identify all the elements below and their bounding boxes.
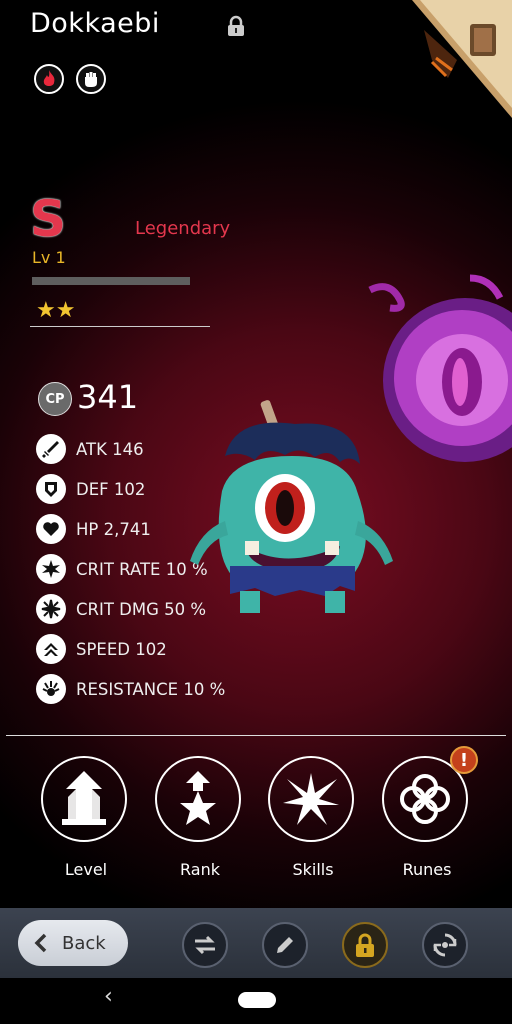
rank-button[interactable]: [155, 756, 245, 846]
xp-bar: [32, 277, 190, 285]
stat-label: SPEED 102: [76, 639, 167, 659]
lock-icon[interactable]: [226, 15, 246, 37]
monster-name: Dokkaebi: [30, 8, 160, 39]
stat-label: HP 2,741: [76, 519, 151, 539]
stat-crit-rate: CRIT RATE 10 %: [36, 554, 208, 584]
stat-def: DEF 102: [36, 474, 145, 504]
cp-value: 341: [77, 378, 139, 416]
runes-icon: [400, 774, 450, 824]
lock-button[interactable]: [342, 922, 388, 968]
stat-hp: HP 2,741: [36, 514, 151, 544]
sword-icon: [36, 434, 66, 464]
runes-alert-badge: !: [450, 746, 478, 774]
stat-crit-dmg: CRIT DMG 50 %: [36, 594, 206, 624]
rank-label: Rank: [180, 860, 220, 879]
level-label: Level: [64, 860, 108, 879]
stat-label: CRIT RATE 10 %: [76, 559, 208, 579]
skills-label: Skills: [292, 860, 334, 879]
resistance-icon: [36, 674, 66, 704]
shield-icon: [36, 474, 66, 504]
monster-image: [190, 400, 393, 613]
stat-label: CRIT DMG 50 %: [76, 599, 207, 619]
release-button[interactable]: [422, 922, 468, 968]
heart-icon: [36, 514, 66, 544]
pencil-icon: [277, 937, 293, 953]
divider: [6, 735, 506, 736]
runes-label: Runes: [402, 860, 452, 879]
stat-label: DEF 102: [76, 479, 146, 499]
swap-icon: [195, 935, 215, 955]
stat-label: RESISTANCE 10 %: [76, 679, 226, 699]
speed-icon: [36, 634, 66, 664]
release-icon: [433, 933, 457, 957]
stat-speed: SPEED 102: [36, 634, 167, 664]
encyclopedia-book-icon[interactable]: [412, 0, 512, 118]
chevron-left-icon: [34, 933, 47, 953]
cp-badge: CP: [38, 382, 72, 416]
crit-rate-icon: [36, 554, 66, 584]
level-button[interactable]: [41, 756, 131, 846]
bottom-toolbar: Back: [0, 908, 512, 978]
grade-letter: S: [30, 190, 67, 248]
monster-detail-screen: Dokkaebi S Legendary Lv 1 ★★ CP 341 ATK …: [0, 0, 512, 908]
stat-atk: ATK 146: [36, 434, 144, 464]
skills-icon: [283, 773, 339, 825]
stat-label: ATK 146: [76, 439, 144, 459]
divider: [30, 326, 210, 327]
nav-home-pill[interactable]: [238, 992, 276, 1008]
system-nav-bar: ‹: [0, 978, 512, 1024]
rarity-label: Legendary: [135, 218, 231, 239]
lock-icon: [356, 933, 374, 957]
crit-dmg-icon: [36, 594, 66, 624]
level-up-icon: [62, 771, 106, 825]
swap-button[interactable]: [182, 922, 228, 968]
star-rating: ★★: [36, 298, 76, 323]
skills-button[interactable]: [268, 756, 358, 846]
rank-up-icon: [180, 771, 216, 825]
rename-button[interactable]: [262, 922, 308, 968]
stat-resistance: RESISTANCE 10 %: [36, 674, 225, 704]
back-button[interactable]: Back: [18, 920, 128, 966]
nav-back-icon[interactable]: ‹: [104, 984, 113, 1009]
fire-element-icon[interactable]: [34, 64, 64, 94]
fist-element-icon[interactable]: [76, 64, 106, 94]
level-label: Lv 1: [32, 248, 66, 267]
back-label: Back: [62, 932, 106, 954]
